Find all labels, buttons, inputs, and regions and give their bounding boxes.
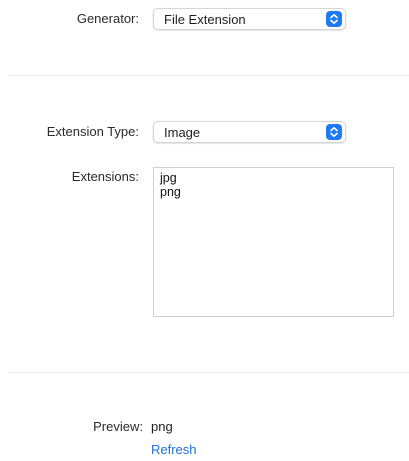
up-down-chevron-icon (326, 11, 342, 27)
extension-line: jpg (160, 171, 177, 185)
section-divider (10, 372, 409, 373)
extension-line: png (160, 185, 181, 199)
generator-value: File Extension (164, 11, 246, 27)
extension-type-popup[interactable]: Image (153, 121, 346, 143)
refresh-link[interactable]: Refresh (151, 442, 197, 457)
generator-settings-panel: Generator: File Extension Extension Type… (0, 0, 409, 461)
section-divider (10, 75, 409, 76)
extension-type-label: Extension Type: (46, 124, 139, 139)
generator-popup[interactable]: File Extension (153, 8, 346, 30)
generator-label: Generator: (76, 11, 139, 26)
extension-type-value: Image (164, 124, 201, 140)
up-down-chevron-icon (326, 124, 342, 140)
preview-label: Preview: (93, 419, 143, 434)
preview-value: png (151, 419, 173, 434)
extensions-label: Extensions: (71, 169, 139, 184)
extensions-text-area[interactable]: jpg png (153, 167, 394, 317)
